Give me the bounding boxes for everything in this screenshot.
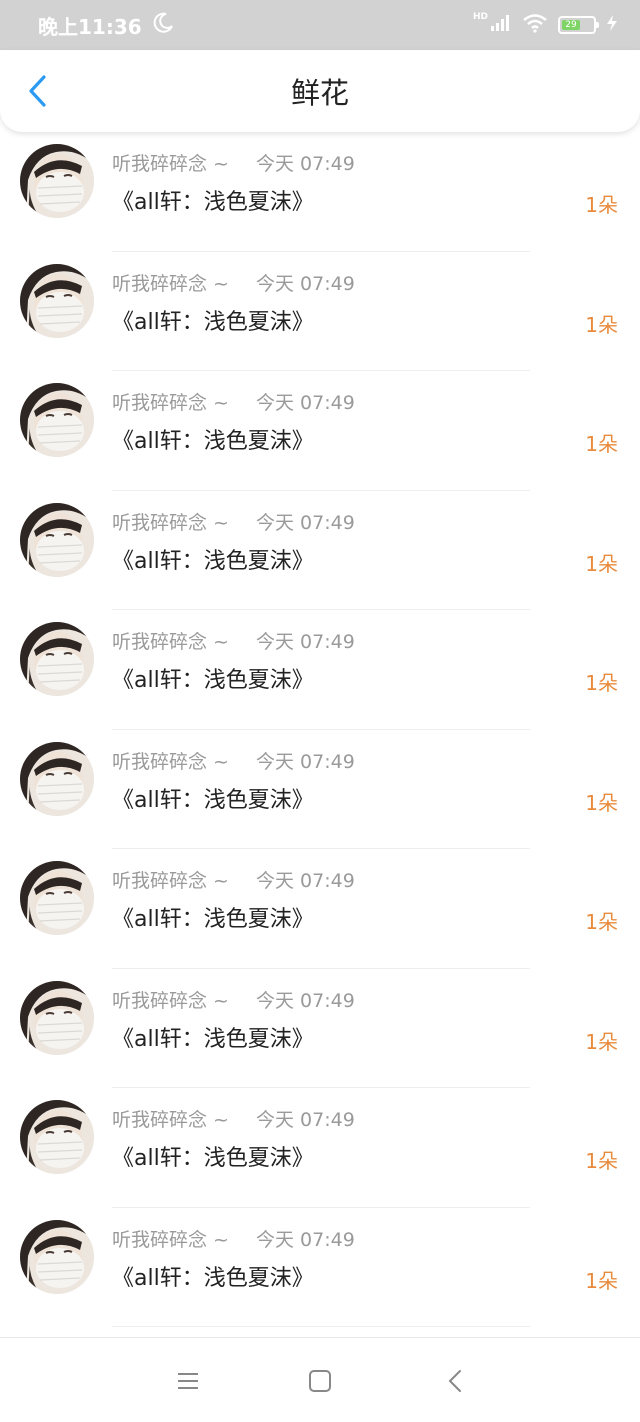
sender-name: 听我碎碎念 ~ [112,870,229,892]
hd-badge: HD [472,12,488,22]
gift-message: 《all轩：浅色夏沫》 [112,668,314,693]
sender-name: 听我碎碎念 ~ [112,989,229,1012]
divider [112,1326,530,1327]
menu-icon[interactable] [173,1366,203,1396]
status-bar: 晚上11:36 HD 29 [0,0,640,50]
status-time: 晚上11:36 [38,14,142,39]
sender-name: 听我碎碎念 ~ [112,631,229,653]
sender-name: 听我碎碎念 ~ [112,272,229,295]
flower-count: 1朵 [585,790,618,815]
battery-percent: 29 [565,20,577,30]
send-time: 今天 07:49 [256,511,355,534]
flower-count: 1朵 [585,312,618,337]
list-item[interactable]: 听我碎碎念 ~ 今天 07:49 《all轩：浅色夏沫》 1朵 [0,252,640,371]
avatar[interactable] [20,622,94,696]
list-item[interactable]: 听我碎碎念 ~ 今天 07:49 《all轩：浅色夏沫》 1朵 [0,849,640,969]
flower-count: 1朵 [585,193,618,217]
gift-message: 《all轩：浅色夏沫》 [112,429,314,454]
flower-count: 1朵 [585,551,618,576]
send-time: 今天 07:49 [256,870,355,892]
status-right: HD 29 [472,12,618,37]
send-time: 今天 07:49 [256,1109,355,1131]
gift-message: 《all轩：浅色夏沫》 [112,190,314,215]
avatar[interactable] [20,263,94,338]
avatar[interactable] [20,144,94,218]
flower-count: 1朵 [585,671,618,695]
page-header: 鲜花 [0,50,640,132]
flower-count: 1朵 [585,432,618,456]
bolt-icon [606,14,618,36]
flower-count: 1朵 [585,1029,618,1054]
nav-back-icon[interactable] [440,1366,470,1396]
flower-count: 1朵 [585,1268,618,1293]
battery-icon: 29 [558,16,599,34]
send-time: 今天 07:49 [256,631,355,653]
sender-name: 听我碎碎念 ~ [112,1228,229,1251]
gift-message: 《all轩：浅色夏沫》 [112,787,314,813]
moon-icon [152,12,174,39]
list-item[interactable]: 听我碎碎念 ~ 今天 07:49 《all轩：浅色夏沫》 1朵 [0,491,640,610]
gift-message: 《all轩：浅色夏沫》 [112,1026,314,1052]
avatar[interactable] [20,1219,94,1294]
avatar[interactable] [20,383,94,457]
avatar[interactable] [20,1100,94,1174]
system-nav-bar [0,1337,640,1422]
home-icon[interactable] [305,1366,335,1396]
flower-count: 1朵 [585,910,618,934]
gift-message: 《all轩：浅色夏沫》 [112,1146,314,1171]
send-time: 今天 07:49 [256,153,355,175]
send-time: 今天 07:49 [256,272,355,295]
battery-level: 29 [562,20,580,30]
list-item[interactable]: 听我碎碎念 ~ 今天 07:49 《all轩：浅色夏沫》 1朵 [0,969,640,1088]
flower-list: 听我碎碎念 ~ 今天 07:49 《all轩：浅色夏沫》 1朵 听我碎碎念 ~ … [0,132,640,1327]
wifi-icon [522,13,548,37]
signal-icon [490,14,512,36]
avatar[interactable] [20,861,94,935]
send-time: 今天 07:49 [256,750,355,773]
list-item[interactable]: 听我碎碎念 ~ 今天 07:49 《all轩：浅色夏沫》 1朵 [0,371,640,491]
avatar[interactable] [20,741,94,816]
sender-name: 听我碎碎念 ~ [112,750,229,773]
sender-name: 听我碎碎念 ~ [112,392,229,414]
list-item[interactable]: 听我碎碎念 ~ 今天 07:49 《all轩：浅色夏沫》 1朵 [0,1088,640,1208]
sender-name: 听我碎碎念 ~ [112,153,229,175]
send-time: 今天 07:49 [256,392,355,414]
flower-count: 1朵 [585,1149,618,1173]
gift-message: 《all轩：浅色夏沫》 [112,907,314,932]
sender-name: 听我碎碎念 ~ [112,1109,229,1131]
chevron-left-icon[interactable] [20,74,54,108]
gift-message: 《all轩：浅色夏沫》 [112,309,314,335]
send-time: 今天 07:49 [256,1228,355,1251]
status-left: 晚上11:36 [38,11,174,40]
sender-name: 听我碎碎念 ~ [112,511,229,534]
avatar[interactable] [20,980,94,1055]
list-item[interactable]: 听我碎碎念 ~ 今天 07:49 《all轩：浅色夏沫》 1朵 [0,132,640,252]
avatar[interactable] [20,502,94,577]
send-time: 今天 07:49 [256,989,355,1012]
page-title: 鲜花 [290,76,349,110]
list-item[interactable]: 听我碎碎念 ~ 今天 07:49 《all轩：浅色夏沫》 1朵 [0,610,640,730]
gift-message: 《all轩：浅色夏沫》 [112,1265,314,1291]
gift-message: 《all轩：浅色夏沫》 [112,548,314,574]
list-item[interactable]: 听我碎碎念 ~ 今天 07:49 《all轩：浅色夏沫》 1朵 [0,730,640,849]
list-item[interactable]: 听我碎碎念 ~ 今天 07:49 《all轩：浅色夏沫》 1朵 [0,1208,640,1327]
